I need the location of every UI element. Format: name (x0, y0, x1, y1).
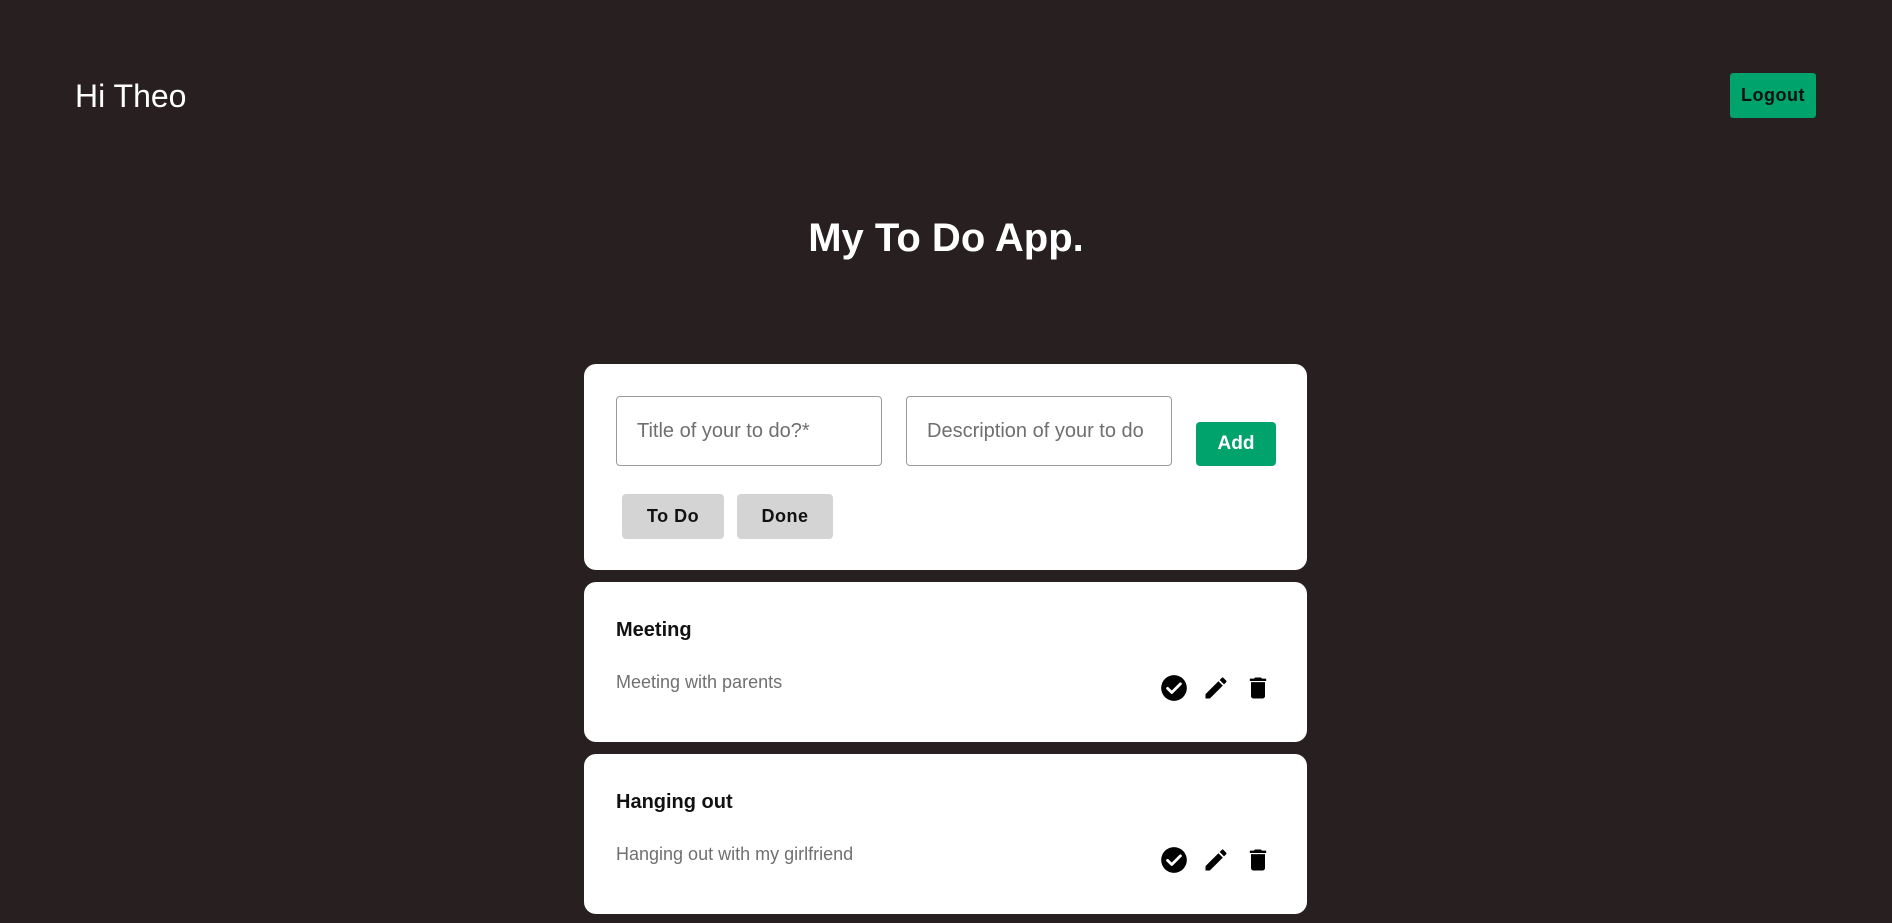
todo-title: Meeting (616, 619, 692, 641)
add-todo-form: Add To Do Done (584, 364, 1307, 570)
todo-description-input[interactable] (906, 396, 1172, 466)
todo-title: Hanging out (616, 791, 733, 813)
todo-actions (1160, 674, 1272, 702)
todo-card: Meeting Meeting with parents (584, 582, 1307, 742)
trash-icon[interactable] (1244, 674, 1272, 702)
todo-description: Meeting with parents (616, 672, 783, 692)
check-circle-icon[interactable] (1160, 846, 1188, 874)
greeting-text: Hi Theo (75, 78, 187, 114)
page-title: My To Do App. (808, 216, 1084, 260)
add-button[interactable]: Add (1196, 422, 1276, 466)
filter-done-button[interactable]: Done (737, 494, 833, 539)
pencil-icon[interactable] (1202, 846, 1230, 874)
todo-card: Hanging out Hanging out with my girlfrie… (584, 754, 1307, 914)
todo-title-input[interactable] (616, 396, 882, 466)
page: Hi Theo Logout My To Do App. Add To Do D… (0, 0, 1892, 923)
todo-actions (1160, 846, 1272, 874)
todo-description: Hanging out with my girlfriend (616, 844, 854, 864)
filter-todo-button[interactable]: To Do (622, 494, 724, 539)
trash-icon[interactable] (1244, 846, 1272, 874)
logout-button[interactable]: Logout (1730, 73, 1816, 118)
check-circle-icon[interactable] (1160, 674, 1188, 702)
pencil-icon[interactable] (1202, 674, 1230, 702)
